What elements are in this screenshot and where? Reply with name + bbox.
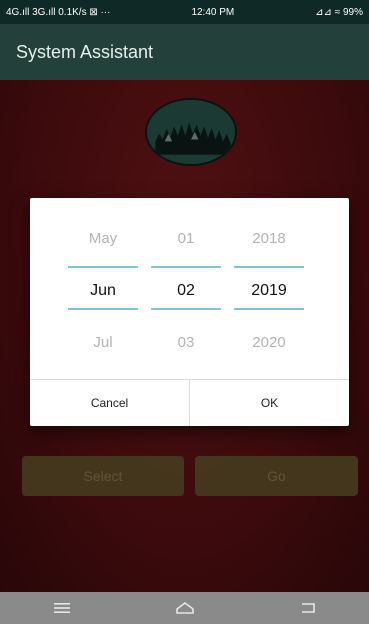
status-left: 4G.ıll 3G.ıll 0.1K/s ⊠ ···: [6, 7, 111, 18]
day-prev[interactable]: 01: [151, 230, 221, 247]
year-select-line-bottom: [234, 308, 304, 310]
year-prev[interactable]: 2018: [234, 230, 304, 247]
day-select-line-bottom: [151, 308, 221, 310]
status-network-text: 4G.ıll 3G.ıll 0.1K/s ⊠ ···: [6, 6, 111, 18]
date-picker[interactable]: May Jun Jul 01 02 03 2018 2019 2020: [30, 198, 349, 380]
month-next[interactable]: Jul: [68, 334, 138, 351]
cancel-button[interactable]: Cancel: [30, 380, 190, 426]
status-bar: 4G.ıll 3G.ıll 0.1K/s ⊠ ··· 12:40 PM ⊿⊿ ≈…: [0, 0, 369, 24]
month-select-line-top: [68, 266, 138, 268]
year-select-line-top: [234, 266, 304, 268]
dialog-actions: Cancel OK: [30, 379, 349, 426]
day-selected[interactable]: 02: [151, 282, 221, 300]
month-select-line-bottom: [68, 308, 138, 310]
ok-button[interactable]: OK: [190, 380, 349, 426]
status-battery-text: ⊿⊿ ≈ 99%: [315, 6, 363, 18]
main-content: Select Go May Jun Jul 01 02 03 2018 2019…: [0, 80, 369, 592]
status-time: 12:40 PM: [191, 6, 235, 18]
month-prev[interactable]: May: [68, 230, 138, 247]
back-icon[interactable]: [296, 599, 320, 617]
system-nav-bar: [0, 592, 369, 624]
year-next[interactable]: 2020: [234, 334, 304, 351]
day-next[interactable]: 03: [151, 334, 221, 351]
month-selected[interactable]: Jun: [68, 282, 138, 300]
app-title: System Assistant: [16, 41, 154, 62]
date-picker-dialog: May Jun Jul 01 02 03 2018 2019 2020 Canc…: [30, 198, 349, 426]
app-bar: System Assistant: [0, 24, 369, 80]
menu-icon[interactable]: [50, 599, 74, 617]
home-icon[interactable]: [173, 599, 197, 617]
month-column[interactable]: May Jun Jul: [68, 198, 138, 380]
year-column[interactable]: 2018 2019 2020: [234, 198, 304, 380]
status-right: ⊿⊿ ≈ 99%: [315, 7, 363, 18]
day-select-line-top: [151, 266, 221, 268]
day-column[interactable]: 01 02 03: [151, 198, 221, 380]
year-selected[interactable]: 2019: [234, 282, 304, 300]
